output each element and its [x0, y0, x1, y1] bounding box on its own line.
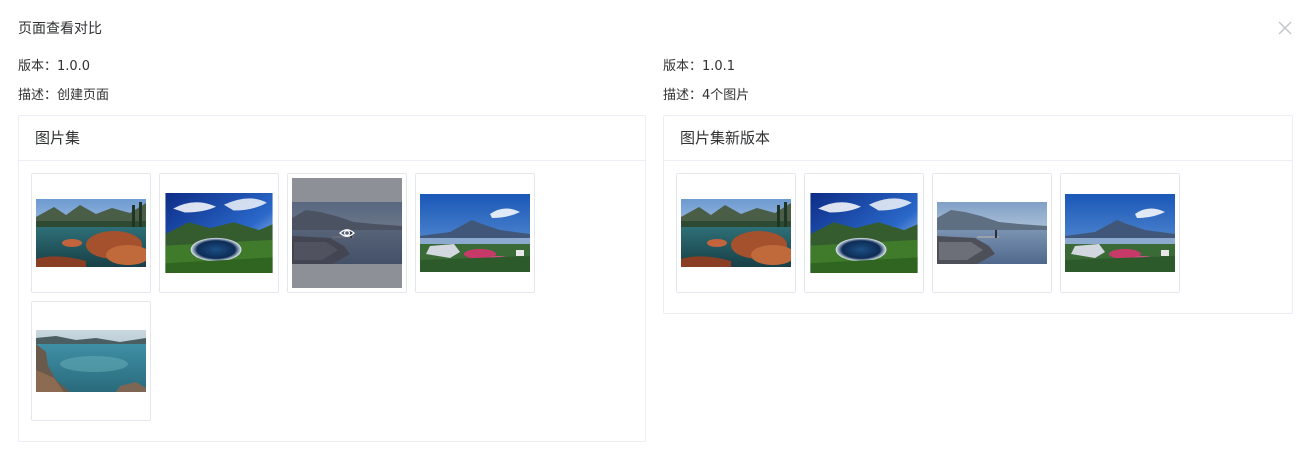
description-label: 描述：创建页面	[18, 88, 110, 103]
image-thumbnail[interactable]	[932, 173, 1052, 293]
card-title: 图片集	[19, 116, 645, 161]
crater-lake-image	[809, 193, 919, 273]
image-thumbnail[interactable]	[415, 173, 535, 293]
description-label: 描述：4个图片	[663, 88, 750, 103]
close-button[interactable]	[1277, 20, 1293, 36]
image-thumbnail[interactable]	[287, 173, 407, 293]
pier-lake-image	[937, 202, 1047, 264]
image-thumbnail[interactable]	[1060, 173, 1180, 293]
close-icon	[1278, 21, 1292, 35]
eye-icon[interactable]	[339, 225, 355, 241]
version-label: 版本：1.0.1	[663, 59, 736, 74]
image-gallery-card: 图片集新版本	[663, 115, 1293, 314]
image-list	[19, 161, 645, 441]
card-title: 图片集新版本	[664, 116, 1292, 161]
crater-lake-image	[164, 193, 274, 273]
preview-overlay[interactable]	[292, 178, 402, 288]
lake-rocks-image	[36, 199, 146, 267]
lake-rocks-image	[681, 199, 791, 267]
coast-rocks-image	[36, 330, 146, 392]
version-label: 版本：1.0.0	[18, 59, 91, 74]
image-thumbnail[interactable]	[804, 173, 924, 293]
image-gallery-card: 图片集	[18, 115, 646, 442]
mountain-bay-image	[1065, 193, 1175, 273]
image-thumbnail[interactable]	[676, 173, 796, 293]
image-list	[664, 161, 1292, 313]
dialog-title: 页面查看对比	[18, 21, 102, 37]
image-thumbnail[interactable]	[31, 173, 151, 293]
image-thumbnail[interactable]	[31, 301, 151, 421]
mountain-bay-image	[420, 193, 530, 273]
image-thumbnail[interactable]	[159, 173, 279, 293]
